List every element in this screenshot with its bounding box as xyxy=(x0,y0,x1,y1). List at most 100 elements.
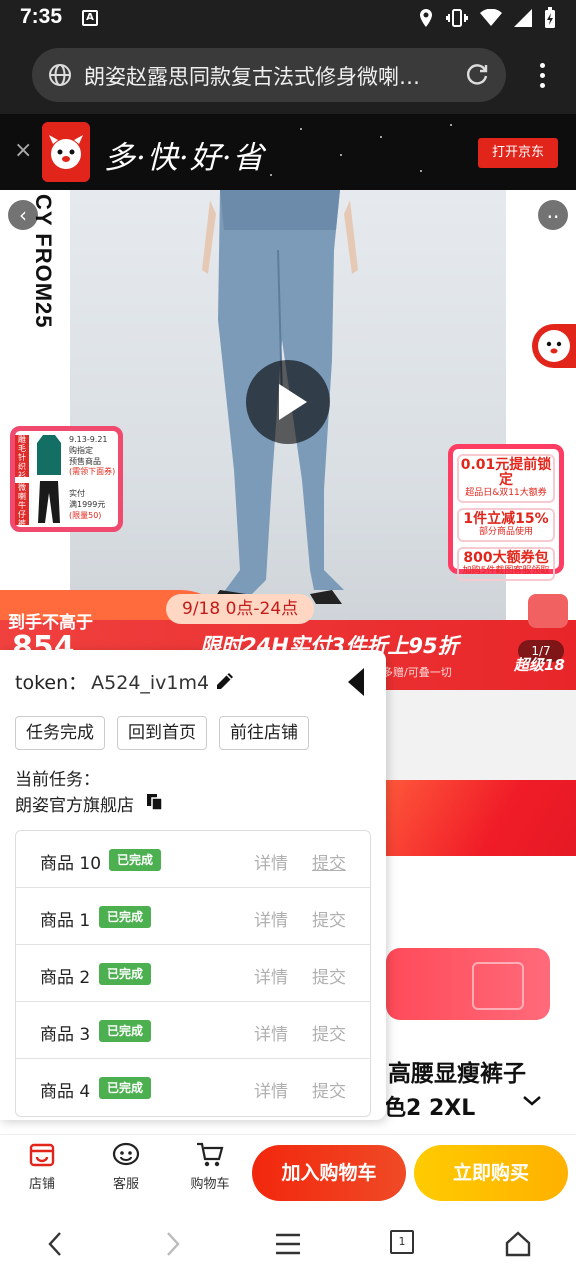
cart-button[interactable]: 购物车 xyxy=(180,1141,240,1192)
customer-service-icon xyxy=(112,1142,140,1166)
chevron-down-icon[interactable] xyxy=(522,1094,542,1108)
more-dots-icon[interactable]: .. xyxy=(538,200,568,230)
copy-icon[interactable] xyxy=(146,793,164,811)
task-row: 商品 4 已完成 详情 提交 xyxy=(16,1059,370,1116)
edit-pencil-icon[interactable] xyxy=(214,670,236,692)
battery-icon xyxy=(545,7,555,28)
browser-toolbar: 朗姿赵露思同款复古法式修身微喇… xyxy=(0,36,576,114)
bottom-action-bar: 店铺 客服 购物车 加入购物车 立即购买 xyxy=(0,1134,576,1208)
sale-subtitle: 多赠/可叠一切 xyxy=(382,666,452,679)
coupon-banner[interactable] xyxy=(386,948,550,1020)
token-label: token： xyxy=(15,672,88,694)
jd-slogan: 多·快·好·省 xyxy=(104,140,265,176)
current-task-label: 当前任务： xyxy=(15,770,100,790)
task-name: 商品 4 xyxy=(40,1082,91,1102)
status-badge: 已完成 xyxy=(99,963,152,985)
status-badge: 已完成 xyxy=(99,906,152,928)
buy-now-button[interactable]: 立即购买 xyxy=(414,1145,568,1201)
task-submit-link[interactable]: 提交 xyxy=(312,849,346,874)
cart-label: 购物车 xyxy=(190,1177,230,1192)
task-list: 商品 10 已完成 详情 提交 商品 1 已完成 详情 提交 商品 2 已完成 … xyxy=(15,830,371,1117)
promo-banner[interactable] xyxy=(380,780,576,856)
task-row: 商品 1 已完成 详情 提交 xyxy=(16,888,370,945)
task-detail-link[interactable]: 详情 xyxy=(254,849,288,874)
vibrate-icon xyxy=(446,9,468,27)
left-promo-card: 雕毛针织衫 微喇牛仔裤 9.13-9.21 购指定 预售商品 (需领下面券) 实… xyxy=(10,426,123,532)
thumbs-up-icon[interactable] xyxy=(528,594,568,628)
sweater-icon xyxy=(37,435,61,475)
browser-menu-icon[interactable] xyxy=(540,63,546,93)
banner-close-icon[interactable]: × xyxy=(14,140,32,162)
task-submit-link[interactable]: 提交 xyxy=(312,1020,346,1045)
jd-app-banner: × 多·快·好·省 打开京东 xyxy=(0,114,576,190)
task-name: 商品 10 xyxy=(40,854,102,874)
panel-actions: 任务完成 回到首页 前往店铺 xyxy=(15,716,309,750)
page-root: 7:35 A 朗姿赵露思同款复古法式修身微喇… × 多·快·好·省 打开京东 C… xyxy=(0,0,576,1280)
task-row: 商品 3 已完成 详情 提交 xyxy=(16,1002,370,1059)
status-badge: 已完成 xyxy=(99,1020,152,1042)
task-detail-link[interactable]: 详情 xyxy=(254,963,288,988)
task-submit-link[interactable]: 提交 xyxy=(312,1077,346,1102)
reload-icon[interactable] xyxy=(464,62,490,88)
home-icon[interactable] xyxy=(504,1230,532,1258)
current-task: 朗姿官方旗舰店 xyxy=(15,796,134,816)
promo-tag-jeans: 微喇牛仔裤 xyxy=(15,483,29,528)
task-detail-link[interactable]: 详情 xyxy=(254,906,288,931)
menu-icon[interactable] xyxy=(274,1230,302,1258)
add-to-cart-button[interactable]: 加入购物车 xyxy=(252,1145,406,1201)
globe-icon xyxy=(49,64,71,86)
sale-date: 9/18 0点-24点 xyxy=(166,594,315,624)
product-title-line1: 高腰显瘦裤子 xyxy=(388,1061,526,1087)
forward-icon[interactable] xyxy=(162,1230,184,1258)
store-button[interactable]: 店铺 xyxy=(12,1141,72,1192)
product-title-line2: 色2 2XL xyxy=(384,1096,476,1121)
page-divider xyxy=(380,690,576,780)
status-icons xyxy=(418,7,556,29)
task-name: 商品 2 xyxy=(40,968,91,988)
back-icon[interactable] xyxy=(44,1230,66,1258)
token-panel: token： A524_iv1m4 任务完成 回到首页 前往店铺 当前任务： 朗姿… xyxy=(0,650,386,1120)
promo-tag-sweater: 雕毛针织衫 xyxy=(15,435,29,480)
store-label: 店铺 xyxy=(28,1177,55,1192)
status-bar: 7:35 A xyxy=(0,0,576,36)
system-nav-bar: 1 xyxy=(0,1208,576,1280)
jeans-icon xyxy=(38,481,60,523)
jd-logo-icon xyxy=(42,122,90,182)
right-promo-card: 0.01元提前锁定 超品日&双11大额券 1件立减15% 部分商品使用 800大额券… xyxy=(448,444,564,581)
service-label: 客服 xyxy=(112,1177,139,1192)
task-submit-link[interactable]: 提交 xyxy=(312,906,346,931)
back-home-button[interactable]: 回到首页 xyxy=(117,716,207,750)
open-jd-button[interactable]: 打开京东 xyxy=(478,138,558,168)
task-submit-link[interactable]: 提交 xyxy=(312,963,346,988)
store-icon xyxy=(29,1143,55,1167)
notification-a-icon: A xyxy=(82,10,98,26)
task-row: 商品 10 已完成 详情 提交 xyxy=(16,831,370,888)
wifi-icon xyxy=(480,9,502,26)
cart-icon xyxy=(197,1142,224,1167)
jd-float-icon[interactable] xyxy=(532,324,576,368)
task-name: 商品 1 xyxy=(40,911,91,931)
url-title: 朗姿赵露思同款复古法式修身微喇… xyxy=(84,65,420,89)
tabs-count-icon[interactable]: 1 xyxy=(390,1230,414,1254)
status-badge: 已完成 xyxy=(99,1077,152,1099)
signal-icon xyxy=(514,9,532,27)
task-detail-link[interactable]: 详情 xyxy=(254,1020,288,1045)
gift-icon xyxy=(472,962,524,1010)
sale-level: 超级18 xyxy=(514,656,565,674)
service-button[interactable]: 客服 xyxy=(96,1141,156,1192)
product-image[interactable]: CY FROM25 ‹ .. 雕毛针织衫 微喇牛仔裤 9.13-9.21 购指定… xyxy=(0,190,576,690)
task-name: 商品 3 xyxy=(40,1025,91,1045)
url-bar[interactable]: 朗姿赵露思同款复古法式修身微喇… xyxy=(32,48,506,102)
task-row: 商品 2 已完成 详情 提交 xyxy=(16,945,370,1002)
collapse-panel-icon[interactable] xyxy=(348,668,364,696)
task-complete-button[interactable]: 任务完成 xyxy=(15,716,105,750)
back-arrow-icon[interactable]: ‹ xyxy=(8,200,38,230)
status-time: 7:35 xyxy=(20,5,63,28)
go-store-button[interactable]: 前往店铺 xyxy=(219,716,309,750)
location-icon xyxy=(420,9,432,27)
task-detail-link[interactable]: 详情 xyxy=(254,1077,288,1102)
token-row: token： A524_iv1m4 xyxy=(15,668,209,695)
status-badge: 已完成 xyxy=(109,849,162,871)
token-value: A524_iv1m4 xyxy=(91,672,210,694)
play-video-button[interactable] xyxy=(246,360,330,444)
